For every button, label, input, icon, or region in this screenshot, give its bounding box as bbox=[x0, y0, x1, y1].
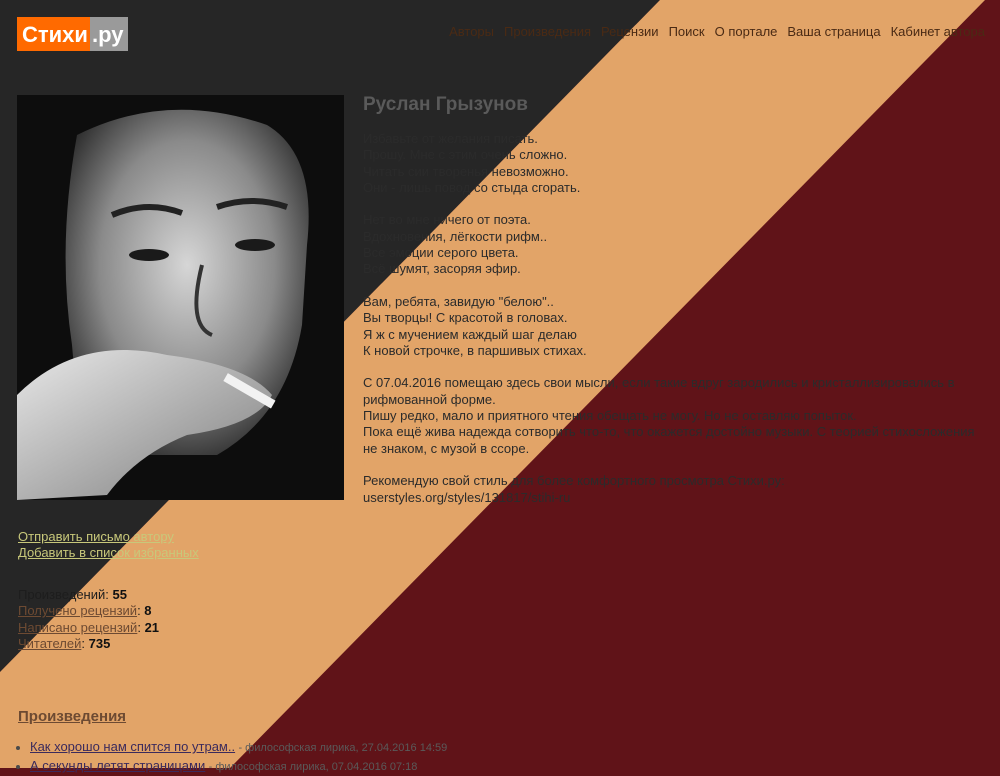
work-title-link[interactable]: А секунды летят страницами bbox=[30, 758, 205, 773]
nav-about[interactable]: О портале bbox=[715, 24, 778, 39]
nav-works[interactable]: Произведения bbox=[504, 24, 591, 39]
stat-readers: Читателей: 735 bbox=[18, 635, 111, 651]
written-reviews-link[interactable]: Написано рецензий bbox=[18, 620, 137, 635]
readers-link[interactable]: Читателей bbox=[18, 636, 81, 651]
work-meta: - философская лирика, 07.04.2016 07:18 bbox=[208, 761, 418, 773]
stat-works: Произведений: 55 bbox=[18, 587, 127, 602]
add-to-favorites-link[interactable]: Добавить в список избранных bbox=[18, 545, 199, 561]
written-reviews-count: 21 bbox=[144, 619, 160, 635]
stat-written-reviews: Написано рецензий: 21 bbox=[18, 619, 160, 635]
stat-works-count: 55 bbox=[112, 587, 127, 602]
author-photo bbox=[17, 95, 344, 500]
list-item: Как хорошо нам спится по утрам.. - филос… bbox=[30, 738, 730, 757]
site-logo[interactable]: Стихи .ру bbox=[17, 17, 129, 51]
send-letter-link[interactable]: Отправить письмо автору bbox=[18, 529, 199, 545]
received-reviews-link[interactable]: Получено рецензий bbox=[18, 603, 137, 618]
author-stats: Произведений: 55 Получено рецензий: 8 На… bbox=[18, 587, 159, 652]
received-reviews-count: 8 bbox=[144, 603, 152, 619]
logo-part-1: Стихи bbox=[17, 17, 90, 51]
works-section-title[interactable]: Произведения bbox=[18, 708, 126, 725]
list-item: А секунды летят страницами - философская… bbox=[30, 757, 730, 776]
nav-authors[interactable]: Авторы bbox=[449, 24, 494, 39]
work-meta: - философская лирика, 27.04.2016 14:59 bbox=[238, 742, 448, 754]
author-name: Руслан Грызунов bbox=[363, 94, 528, 115]
nav-your-page[interactable]: Ваша страница bbox=[787, 24, 880, 39]
author-actions: Отправить письмо автору Добавить в списо… bbox=[18, 529, 199, 562]
works-list: Как хорошо нам спится по утрам.. - филос… bbox=[18, 738, 730, 776]
readers-count: 735 bbox=[88, 635, 111, 651]
logo-part-2: .ру bbox=[89, 17, 129, 51]
top-navigation: Авторы Произведения Рецензии Поиск О пор… bbox=[449, 24, 985, 39]
author-bio: Избавьте от желания писать. Прошу. Мне с… bbox=[363, 131, 975, 505]
stat-works-label: Произведений bbox=[18, 587, 106, 602]
author-portrait-image bbox=[17, 95, 344, 500]
nav-author-cabinet[interactable]: Кабинет автора bbox=[891, 24, 985, 39]
stat-received-reviews: Получено рецензий: 8 bbox=[18, 603, 152, 619]
nav-reviews[interactable]: Рецензии bbox=[601, 24, 659, 39]
nav-search[interactable]: Поиск bbox=[669, 24, 705, 39]
work-title-link[interactable]: Как хорошо нам спится по утрам.. bbox=[30, 739, 235, 754]
